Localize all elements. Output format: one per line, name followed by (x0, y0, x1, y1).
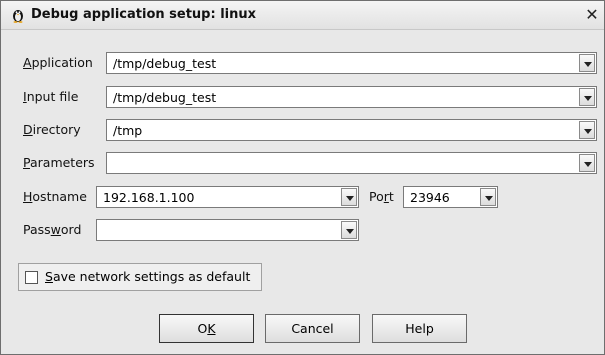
directory-combo[interactable]: /tmp (106, 119, 597, 141)
input-file-combo[interactable]: /tmp/debug_test (106, 86, 597, 108)
directory-value[interactable]: /tmp (113, 123, 142, 138)
parameters-label: Parameters (23, 155, 95, 170)
cancel-button[interactable]: Cancel (265, 314, 360, 343)
application-combo[interactable]: /tmp/debug_test (106, 52, 597, 74)
port-dropdown-icon[interactable] (480, 188, 496, 206)
password-label: Password (23, 222, 82, 237)
dialog-title: Debug application setup: linux (31, 7, 257, 22)
ok-button[interactable]: OK (159, 314, 254, 343)
input-file-value[interactable]: /tmp/debug_test (113, 90, 216, 105)
penguin-icon (10, 7, 26, 23)
save-defaults-group[interactable]: Save network settings as default (18, 263, 262, 291)
save-defaults-label[interactable]: Save network settings as default (45, 269, 250, 284)
save-defaults-checkbox[interactable] (25, 271, 38, 284)
hostname-label: Hostname (23, 189, 87, 204)
debug-setup-dialog: Debug application setup: linux ✕ Applica… (0, 0, 605, 355)
port-label: Port (369, 189, 394, 204)
parameters-dropdown-icon[interactable] (579, 154, 595, 172)
port-value[interactable]: 23946 (410, 190, 450, 205)
directory-dropdown-icon[interactable] (579, 121, 595, 139)
password-dropdown-icon[interactable] (341, 221, 357, 239)
application-label: Application (23, 55, 93, 70)
port-combo[interactable]: 23946 (403, 186, 498, 208)
directory-label: Directory (23, 122, 81, 137)
hostname-value[interactable]: 192.168.1.100 (103, 190, 194, 205)
hostname-dropdown-icon[interactable] (341, 188, 357, 206)
parameters-combo[interactable] (106, 152, 597, 174)
close-icon[interactable]: ✕ (585, 5, 598, 24)
help-button[interactable]: Help (372, 314, 467, 343)
input-file-dropdown-icon[interactable] (579, 88, 595, 106)
hostname-combo[interactable]: 192.168.1.100 (96, 186, 359, 208)
password-combo[interactable] (96, 219, 359, 241)
close-button[interactable]: ✕ (582, 5, 602, 25)
application-dropdown-icon[interactable] (579, 54, 595, 72)
input-file-label: Input file (23, 89, 79, 104)
application-value[interactable]: /tmp/debug_test (113, 56, 216, 71)
title-bar[interactable]: Debug application setup: linux ✕ (1, 1, 604, 30)
